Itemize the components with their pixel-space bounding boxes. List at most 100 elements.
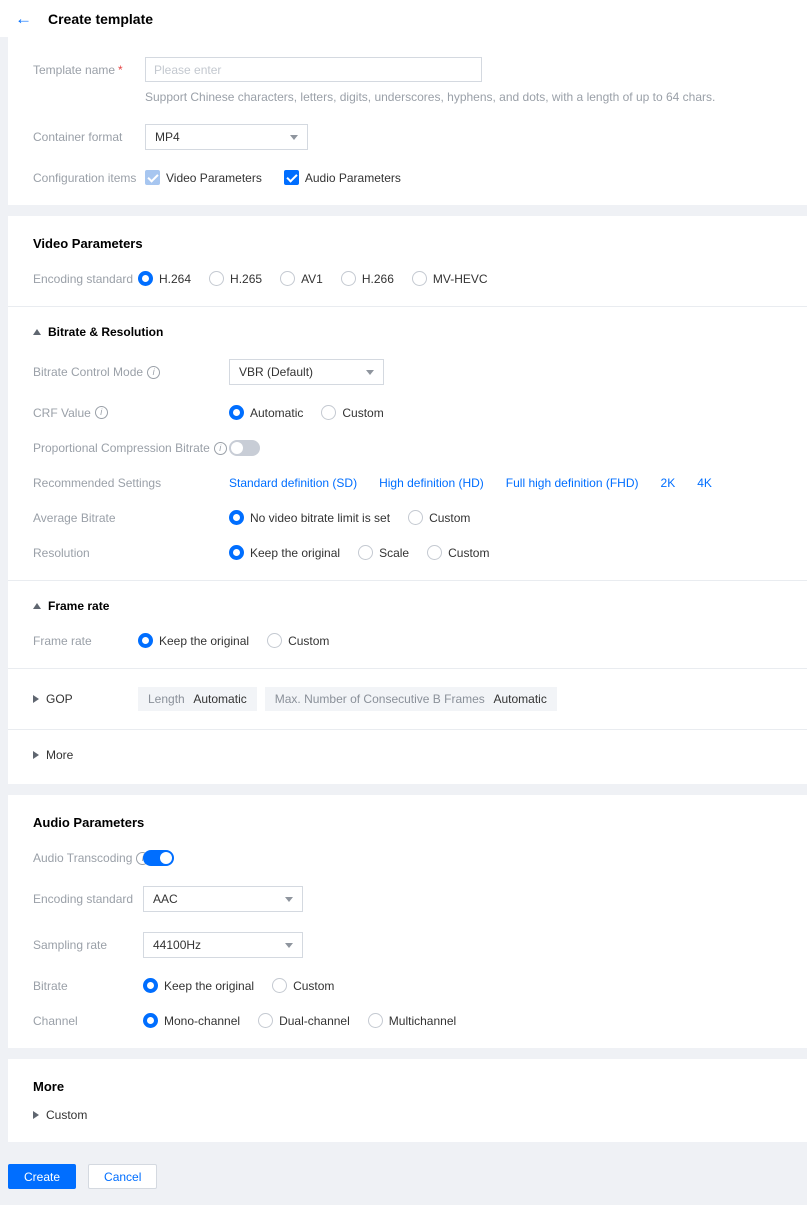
- radio-label: Keep the original: [164, 978, 255, 993]
- chevron-down-icon: [285, 896, 293, 902]
- radio-icon: [367, 1013, 383, 1028]
- sampling-rate-select[interactable]: 44100Hz: [143, 932, 303, 958]
- required-asterisk: *: [118, 63, 123, 77]
- radio-selected-icon: [229, 405, 244, 420]
- radio-mono-channel[interactable]: Mono-channel: [143, 1013, 240, 1028]
- chip-value: Automatic: [193, 692, 247, 706]
- proportional-compression-toggle[interactable]: [229, 440, 260, 456]
- radio-audio-bitrate-keep-original[interactable]: Keep the original: [143, 978, 254, 993]
- encoding-standard-row: Encoding standard H.264 H.265 AV1 H.266 …: [33, 271, 782, 286]
- radio-label: Custom: [288, 633, 330, 648]
- radio-frame-rate-keep-original[interactable]: Keep the original: [138, 633, 249, 648]
- encoding-standard-label: Encoding standard: [33, 271, 134, 286]
- radio-label: AV1: [301, 271, 323, 286]
- radio-label: MV-HEVC: [432, 271, 488, 286]
- radio-dual-channel[interactable]: Dual-channel: [258, 1013, 350, 1028]
- section-frame-rate[interactable]: Frame rate: [33, 599, 782, 613]
- template-name-label-text: Template name: [33, 63, 116, 77]
- back-arrow-icon[interactable]: ←: [15, 10, 32, 27]
- audio-transcoding-label: Audio Transcoding i: [33, 851, 150, 865]
- radio-selected-icon: [138, 633, 153, 648]
- checkbox-video-parameters: Video Parameters: [145, 170, 262, 185]
- radio-label: Custom: [429, 510, 471, 525]
- radio-label: Keep the original: [250, 545, 341, 560]
- radio-icon: [209, 271, 225, 286]
- info-icon[interactable]: i: [213, 441, 227, 455]
- checkbox-label: Video Parameters: [166, 170, 262, 185]
- radio-h264[interactable]: H.264: [138, 271, 191, 286]
- configuration-items-label: Configuration items: [33, 170, 137, 185]
- radio-h266[interactable]: H.266: [340, 271, 394, 286]
- create-button[interactable]: Create: [8, 1164, 77, 1189]
- top-bar: ← Create template: [0, 0, 807, 37]
- radio-av1[interactable]: AV1: [280, 271, 323, 286]
- radio-icon: [272, 978, 288, 993]
- section-title: Bitrate & Resolution: [48, 325, 164, 339]
- recommended-settings-links: Standard definition (SD) High definition…: [229, 476, 712, 490]
- radio-icon: [258, 1013, 274, 1028]
- radio-frame-rate-custom[interactable]: Custom: [267, 633, 329, 648]
- radio-crf-custom[interactable]: Custom: [321, 405, 384, 420]
- checkbox-checked-disabled-icon: [145, 170, 160, 185]
- frame-rate-row: Frame rate Keep the original Custom: [33, 633, 782, 648]
- radio-audio-bitrate-custom[interactable]: Custom: [272, 978, 334, 993]
- radio-label: H.264: [159, 271, 192, 286]
- radio-no-bitrate-limit[interactable]: No video bitrate limit is set: [229, 510, 390, 525]
- info-icon[interactable]: i: [147, 365, 161, 379]
- radio-label: H.266: [361, 271, 394, 286]
- radio-icon: [411, 271, 427, 286]
- gop-length-chip: Length Automatic: [138, 687, 257, 711]
- radio-selected-icon: [143, 978, 158, 993]
- section-bitrate-resolution[interactable]: Bitrate & Resolution: [33, 325, 782, 339]
- section-gop[interactable]: GOP: [33, 692, 138, 706]
- configuration-items-row: Configuration items Video Parameters Aud…: [33, 170, 782, 185]
- video-more-row: More: [33, 748, 782, 762]
- radio-crf-automatic[interactable]: Automatic: [229, 405, 303, 420]
- section-video-more[interactable]: More: [33, 748, 73, 762]
- link-fhd[interactable]: Full high definition (FHD): [506, 476, 639, 490]
- radio-resolution-custom[interactable]: Custom: [427, 545, 489, 560]
- resolution-row: Resolution Keep the original Scale Custo…: [33, 545, 782, 560]
- radio-multichannel[interactable]: Multichannel: [367, 1013, 456, 1028]
- radio-label: Automatic: [250, 405, 304, 420]
- channel-label: Channel: [33, 1013, 78, 1028]
- checkbox-checked-icon: [283, 170, 299, 185]
- radio-h265[interactable]: H.265: [209, 271, 262, 286]
- checkbox-audio-parameters[interactable]: Audio Parameters: [283, 170, 401, 185]
- label-text: Proportional Compression Bitrate: [33, 441, 210, 455]
- container-format-select[interactable]: MP4: [145, 124, 308, 150]
- radio-selected-icon: [229, 510, 244, 525]
- bitrate-control-mode-row: Bitrate Control Mode i VBR (Default): [33, 359, 782, 385]
- video-parameters-card: Video Parameters Encoding standard H.264…: [8, 216, 807, 784]
- radio-mv-hevc[interactable]: MV-HEVC: [411, 271, 488, 286]
- radio-label: Custom: [293, 978, 335, 993]
- template-name-input[interactable]: [145, 57, 482, 82]
- radio-icon: [358, 545, 374, 560]
- audio-encoding-standard-row: Encoding standard AAC: [33, 886, 782, 912]
- label-text: CRF Value: [33, 405, 91, 420]
- link-hd[interactable]: High definition (HD): [379, 476, 484, 490]
- section-title: Custom: [46, 1108, 88, 1122]
- bitrate-control-mode-select[interactable]: VBR (Default): [229, 359, 384, 385]
- checkbox-label: Audio Parameters: [304, 170, 401, 185]
- audio-encoding-standard-select[interactable]: AAC: [143, 886, 303, 912]
- cancel-button[interactable]: Cancel: [88, 1164, 158, 1189]
- resolution-label: Resolution: [33, 545, 90, 560]
- container-format-row: Container format MP4: [33, 124, 782, 150]
- sampling-rate-label: Sampling rate: [33, 938, 108, 952]
- link-sd[interactable]: Standard definition (SD): [229, 476, 357, 490]
- radio-label: Dual-channel: [279, 1013, 350, 1028]
- chip-key: Length: [148, 692, 185, 706]
- link-2k[interactable]: 2K: [661, 476, 676, 490]
- section-custom[interactable]: Custom: [33, 1108, 87, 1122]
- crf-value-row: CRF Value i Automatic Custom: [33, 405, 782, 420]
- radio-average-bitrate-custom[interactable]: Custom: [408, 510, 470, 525]
- audio-transcoding-toggle[interactable]: [143, 850, 174, 866]
- radio-resolution-scale[interactable]: Scale: [358, 545, 409, 560]
- toggle-knob: [231, 442, 243, 454]
- info-icon[interactable]: i: [94, 406, 108, 419]
- audio-transcoding-row: Audio Transcoding i: [33, 850, 782, 866]
- radio-resolution-keep-original[interactable]: Keep the original: [229, 545, 340, 560]
- radio-selected-icon: [143, 1013, 158, 1028]
- link-4k[interactable]: 4K: [697, 476, 712, 490]
